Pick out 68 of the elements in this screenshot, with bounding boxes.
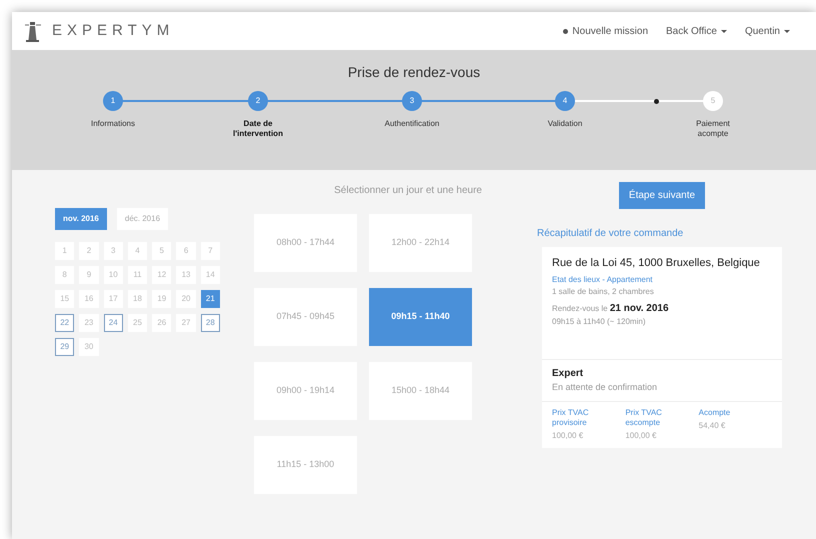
calendar-day[interactable]: 14	[200, 266, 220, 284]
calendar-day[interactable]: 1	[55, 242, 74, 260]
calendar-day[interactable]: 7	[200, 242, 220, 260]
brand-name: EXPERTYM	[52, 20, 174, 41]
calendar-day[interactable]: 27	[176, 314, 196, 332]
wizard-title: Prise de rendez-vous	[346, 63, 482, 82]
calendar-day[interactable]: 22	[55, 314, 74, 332]
details-text: 1 salle de bains, 2 chambres	[552, 286, 655, 298]
calendar-day[interactable]: 24	[104, 314, 123, 332]
price-value: 100,00 €	[625, 430, 658, 442]
caret-icon	[784, 30, 790, 32]
calendar-day[interactable]: 20	[176, 290, 196, 308]
month-tab[interactable]: nov. 2016	[55, 208, 107, 230]
step-label: Paiement acompte	[695, 119, 731, 139]
expert-title: Expert	[552, 367, 584, 381]
service-text: Etat des lieux - Appartement	[552, 274, 654, 286]
calendar-day[interactable]: 2	[79, 242, 99, 260]
time-slot-button[interactable]: 12h00 - 22h14	[369, 214, 472, 272]
price-value: 54,40 €	[698, 420, 726, 432]
price-label: Prix TVAC escompte	[625, 408, 663, 428]
calendar-day[interactable]: 23	[79, 314, 99, 332]
time-slot-button[interactable]: 07h45 - 09h45	[254, 288, 357, 346]
step-label: Informations	[90, 119, 136, 129]
time-slot-button[interactable]: 09h00 - 19h14	[254, 362, 357, 420]
step-label: Date de l'intervention	[232, 119, 284, 139]
calendar-day[interactable]: 21	[200, 290, 220, 308]
step-label: Validation	[546, 119, 584, 129]
calendar-day[interactable]: 13	[176, 266, 196, 284]
expert-status: En attente de confirmation	[552, 381, 658, 394]
section-heading: Sélectionner un jour et une heure	[333, 184, 483, 198]
calendar-day[interactable]: 19	[152, 290, 172, 308]
nav-link[interactable]: Quentin	[744, 24, 790, 38]
calendar-day[interactable]: 10	[104, 266, 123, 284]
calendar-day[interactable]: 3	[104, 242, 123, 260]
calendar-day[interactable]: 25	[128, 314, 148, 332]
appointment-text: Rendez-vous le 21 nov. 2016	[552, 302, 670, 316]
calendar-day[interactable]: 15	[55, 290, 74, 308]
calendar-day[interactable]: 18	[128, 290, 148, 308]
calendar-day[interactable]: 17	[104, 290, 123, 308]
calendar-day[interactable]: 6	[176, 242, 196, 260]
step-label: Authentification	[384, 119, 440, 129]
address-text: Rue de la Loi 45, 1000 Bruxelles, Belgique	[552, 256, 761, 271]
summary-heading: Récapitulatif de votre commande	[537, 227, 684, 241]
calendar-day[interactable]: 29	[55, 338, 74, 356]
month-tab[interactable]: déc. 2016	[116, 208, 168, 230]
time-slot-button[interactable]: 11h15 - 13h00	[254, 436, 357, 494]
calendar-day[interactable]: 8	[55, 266, 74, 284]
time-slot-button[interactable]: 15h00 - 18h44	[369, 362, 472, 420]
time-slot-button[interactable]: 09h15 - 11h40	[369, 288, 472, 346]
calendar-day[interactable]: 11	[128, 266, 148, 284]
time-text: 09h15 à 11h40 (~ 120min)	[552, 316, 646, 328]
next-step-button[interactable]: Étape suivante	[618, 182, 706, 209]
price-label: Acompte	[698, 408, 732, 418]
calendar-day[interactable]: 5	[152, 242, 172, 260]
nav-link[interactable]: Nouvelle mission	[563, 24, 648, 38]
calendar-day[interactable]: 28	[200, 314, 220, 332]
calendar-day[interactable]: 12	[152, 266, 172, 284]
caret-icon	[720, 30, 727, 32]
price-value: 100,00 €	[552, 430, 584, 442]
price-label: Prix TVAC provisoire	[552, 408, 590, 428]
lighthouse-logo-icon	[24, 20, 42, 42]
time-slot-button[interactable]: 08h00 - 17h44	[254, 214, 357, 272]
calendar-day[interactable]: 26	[152, 314, 172, 332]
nav-link[interactable]: Back Office	[666, 24, 727, 38]
calendar-day[interactable]: 16	[79, 290, 99, 308]
calendar-day[interactable]: 9	[79, 266, 99, 284]
calendar-day[interactable]: 4	[128, 242, 148, 260]
calendar-day[interactable]: 30	[79, 338, 99, 356]
